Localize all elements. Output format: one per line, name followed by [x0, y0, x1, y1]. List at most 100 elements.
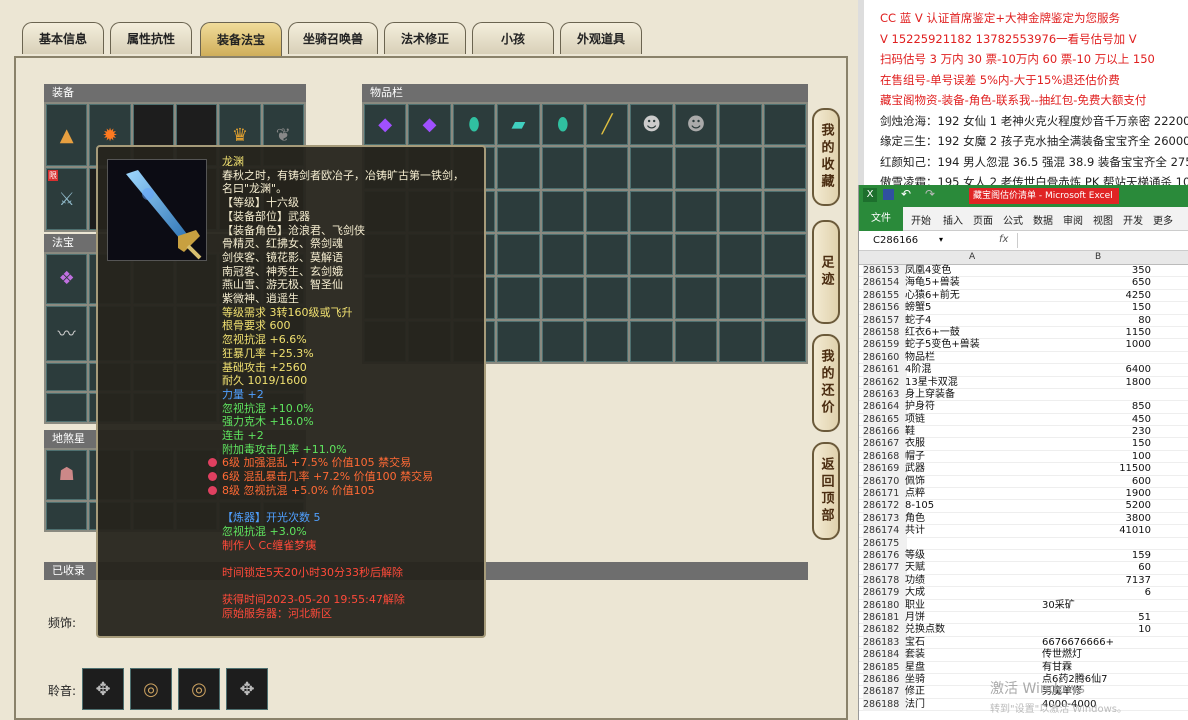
inventory-slot[interactable]	[586, 147, 629, 189]
cell-b[interactable]: 1150	[1126, 327, 1151, 339]
table-row[interactable]: 286179 大成 6	[859, 587, 1188, 600]
lingyin-item[interactable]: ✥	[226, 668, 268, 710]
fx-icon[interactable]: fx	[999, 234, 1008, 245]
inventory-slot[interactable]	[541, 233, 584, 276]
row-number[interactable]: 286163	[863, 388, 907, 402]
tab-attr-resist[interactable]: 属性抗性	[110, 22, 192, 54]
cell-a[interactable]: 护身符	[905, 401, 935, 413]
cell-a[interactable]: 蛇子4	[905, 315, 931, 327]
col-header-a[interactable]: A	[969, 252, 975, 262]
equip-slot-hat[interactable]: ▲	[46, 104, 88, 166]
name-box-dropdown-icon[interactable]: ▾	[939, 235, 943, 244]
ribbon-more[interactable]: 更多	[1153, 212, 1173, 227]
cell-b[interactable]: 150	[1132, 438, 1151, 450]
cell-b[interactable]: 5200	[1126, 500, 1151, 512]
inventory-slot[interactable]	[763, 104, 806, 146]
ribbon-home[interactable]: 开始	[911, 212, 931, 227]
inventory-slot[interactable]	[674, 233, 718, 276]
inventory-slot[interactable]	[586, 277, 629, 319]
ribbon-formula[interactable]: 公式	[1003, 212, 1023, 227]
ribbon-data[interactable]: 数据	[1033, 212, 1053, 227]
inventory-item[interactable]: ☻	[630, 104, 673, 146]
inventory-slot[interactable]	[719, 190, 762, 232]
inventory-slot[interactable]	[586, 320, 629, 362]
table-row[interactable]: 286168 帽子 100	[859, 450, 1188, 464]
row-number[interactable]: 286162	[863, 376, 907, 389]
table-row[interactable]: 286178 功绩 7137	[859, 574, 1188, 588]
cell-b[interactable]: 1800	[1126, 377, 1151, 389]
cell-b[interactable]: 6400	[1126, 364, 1151, 376]
table-row[interactable]: 286155 心猿6+前无 4250	[859, 289, 1188, 303]
row-number[interactable]: 286166	[863, 426, 907, 439]
cell-a[interactable]: 佩饰	[905, 476, 925, 488]
table-row[interactable]: 286160 物品栏	[859, 351, 1188, 365]
cell-b[interactable]: 350	[1132, 265, 1151, 277]
fabao-slot[interactable]	[46, 362, 88, 392]
row-number[interactable]: 286183	[863, 636, 907, 650]
cell-b[interactable]: 3800	[1126, 513, 1151, 525]
inventory-slot[interactable]	[541, 190, 584, 232]
table-row[interactable]: 286162 13星卡双混 1800	[859, 376, 1188, 389]
cell-a[interactable]: 4阶混	[905, 364, 931, 376]
cell-b[interactable]: 51	[1138, 612, 1151, 624]
inventory-slot[interactable]	[541, 277, 584, 319]
table-row[interactable]: 286157 蛇子4 80	[859, 314, 1188, 327]
cell-a[interactable]: 坐骑	[905, 674, 925, 686]
inventory-item[interactable]: ⬮	[452, 104, 496, 146]
inventory-slot[interactable]	[497, 233, 540, 276]
row-number[interactable]: 286177	[863, 562, 907, 575]
row-number[interactable]: 286153	[863, 265, 907, 278]
inventory-slot[interactable]	[763, 277, 806, 319]
save-icon[interactable]	[883, 189, 894, 200]
cell-a[interactable]: 蛇子5变色+兽装	[905, 339, 980, 351]
inventory-slot[interactable]	[674, 190, 718, 232]
table-row[interactable]: 286164 护身符 850	[859, 401, 1188, 414]
inventory-slot[interactable]	[763, 190, 806, 232]
dizang-slot[interactable]: ☗	[46, 450, 88, 500]
table-row[interactable]: 286181 月饼 51	[859, 611, 1188, 625]
cell-b[interactable]: 4250	[1126, 290, 1151, 302]
table-row[interactable]: 286161 4阶混 6400	[859, 364, 1188, 377]
tab-spell-mod[interactable]: 法术修正	[384, 22, 466, 54]
row-number[interactable]: 286171	[863, 488, 907, 501]
cell-a[interactable]: 套装	[905, 649, 925, 661]
equip-slot-weapon[interactable]: ⚔ 限	[46, 168, 88, 230]
inventory-slot[interactable]	[674, 320, 718, 362]
row-number[interactable]: 286155	[863, 289, 907, 303]
cell-b[interactable]: 150	[1132, 302, 1151, 314]
inventory-slot[interactable]	[719, 233, 762, 276]
table-row[interactable]: 286166 鞋 230	[859, 426, 1188, 439]
row-number[interactable]: 286187	[863, 686, 907, 699]
table-row[interactable]: 286171 点粹 1900	[859, 488, 1188, 501]
cell-b[interactable]: 600	[1132, 476, 1151, 488]
ribbon-page[interactable]: 页面	[973, 212, 993, 227]
row-number[interactable]: 286175	[863, 537, 907, 550]
inventory-item[interactable]: ⬮	[541, 104, 584, 146]
table-row[interactable]: 286176 等级 159	[859, 549, 1188, 563]
table-row[interactable]: 286180 职业 30采矿	[859, 599, 1188, 612]
cell-a[interactable]: 身上穿装备	[905, 389, 955, 401]
inventory-item[interactable]: ▰	[497, 104, 540, 146]
table-row[interactable]: 286170 佩饰 600	[859, 475, 1188, 489]
cell-a[interactable]: 海龟5+兽装	[905, 277, 960, 289]
inventory-slot[interactable]	[719, 147, 762, 189]
cell-b[interactable]: 有甘霖	[1042, 662, 1072, 674]
ribbon-review[interactable]: 审阅	[1063, 212, 1083, 227]
my-favorites-button[interactable]: 我的收藏	[812, 108, 840, 206]
inventory-slot[interactable]	[674, 147, 718, 189]
row-number[interactable]: 286186	[863, 673, 907, 687]
table-row[interactable]: 286182 兑换点数 10	[859, 624, 1188, 637]
inventory-slot[interactable]	[630, 320, 673, 362]
cell-a[interactable]: 天赋	[905, 562, 925, 574]
tab-child[interactable]: 小孩	[472, 22, 554, 54]
cell-b[interactable]: 159	[1132, 550, 1151, 562]
cell-a[interactable]: 兑换点数	[905, 624, 945, 636]
table-row[interactable]: 286169 武器 11500	[859, 463, 1188, 476]
cell-a[interactable]: 鞋	[905, 426, 915, 438]
cell-b[interactable]: 1000	[1126, 339, 1151, 351]
cell-a[interactable]: 8-105	[905, 500, 934, 512]
row-number[interactable]: 286181	[863, 611, 907, 625]
cell-b[interactable]: 10	[1138, 624, 1151, 636]
inventory-slot[interactable]	[719, 104, 762, 146]
back-to-top-button[interactable]: 返回顶部	[812, 442, 840, 540]
